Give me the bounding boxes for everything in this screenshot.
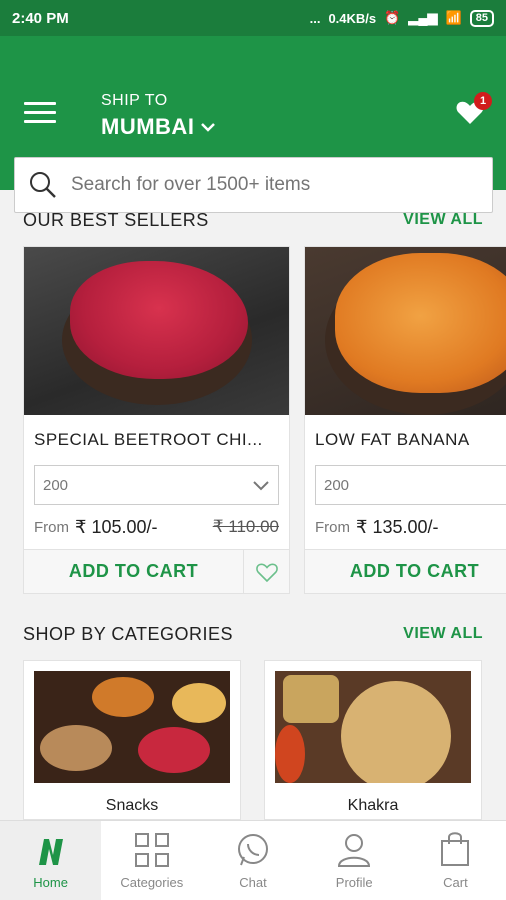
weight-select[interactable]: 200 [315,465,506,505]
alarm-icon: ⏰ [384,10,401,25]
home-logo-icon [38,839,63,865]
status-dots: ... [309,10,321,26]
nav-profile[interactable]: Profile [304,821,405,900]
nav-categories-label: Categories [120,875,184,890]
weight-value: 200 [43,476,69,494]
weight-value: 200 [324,476,350,494]
nav-cart-label: Cart [443,875,468,890]
categories-header: SHOP BY CATEGORIES VIEW ALL [0,622,506,646]
weight-select[interactable]: 200 [34,465,279,505]
product-name[interactable]: SPECIAL BEETROOT CHI... [24,415,289,465]
price-from-label: From [315,518,350,536]
app-header: SHIP TO MUMBAI 1 [0,36,506,213]
product-card[interactable]: LOW FAT BANANA 200 From ₹ 135.00/- ADD T… [304,246,506,594]
add-to-cart-button[interactable]: ADD TO CART [24,550,243,593]
nav-categories[interactable]: Categories [101,821,202,900]
grid-icon [134,833,169,867]
heart-outline-icon [255,563,278,582]
search-bar[interactable] [14,157,493,213]
nav-chat[interactable]: Chat [202,821,303,900]
current-price: ₹ 135.00/- [356,516,439,537]
current-price: ₹ 105.00/- [75,516,158,537]
status-time: 2:40 PM [12,9,69,27]
ship-to-selector[interactable]: SHIP TO MUMBAI [101,92,216,140]
price-from-label: From [34,518,69,536]
ship-to-label: SHIP TO [101,92,168,109]
categories-title: SHOP BY CATEGORIES [23,623,234,644]
nav-home[interactable]: Home [0,821,102,900]
status-bar: 2:40 PM ... 0.4KB/s ⏰ ▂▄▆ 📶 85 [0,0,506,36]
nav-cart[interactable]: Cart [405,821,506,900]
add-to-wishlist-button[interactable] [243,550,289,593]
categories-view-all[interactable]: VIEW ALL [403,625,483,643]
price-row: From ₹ 105.00/- ₹ 110.00 [24,505,289,549]
categories-list: Snacks Khakra [0,660,506,820]
network-speed: 0.4KB/s [328,10,377,26]
battery-indicator: 85 [469,9,494,27]
price-row: From ₹ 135.00/- [305,505,506,549]
bottom-navigation: Home Categories Chat Profile Cart [0,820,506,900]
city-name: MUMBAI [101,114,195,139]
category-image-khakra [275,671,471,783]
product-image-beetroot-chips[interactable] [24,247,289,415]
shopping-bag-icon [441,832,470,866]
nav-chat-label: Chat [239,875,267,890]
category-image-snacks [34,671,230,783]
best-sellers-view-all[interactable]: VIEW ALL [403,211,483,229]
nav-home-label: Home [33,875,68,890]
category-name: Snacks [105,797,159,814]
wishlist-count-badge: 1 [474,92,492,110]
user-icon [338,834,371,867]
best-sellers-list: SPECIAL BEETROOT CHI... 200 From ₹ 105.0… [0,246,506,594]
chevron-down-icon [253,481,269,491]
original-price: ₹ 110.00 [212,517,279,536]
category-name: Khakra [347,797,399,814]
search-icon [30,172,56,198]
category-card-snacks[interactable]: Snacks [23,660,241,820]
product-card[interactable]: SPECIAL BEETROOT CHI... 200 From ₹ 105.0… [23,246,290,594]
search-input[interactable] [71,174,451,196]
product-name[interactable]: LOW FAT BANANA [305,415,506,465]
chevron-down-icon [201,123,216,132]
wifi-icon: 📶 [445,10,462,25]
product-image-banana-chips[interactable] [305,247,506,415]
add-to-cart-button[interactable]: ADD TO CART [305,550,506,593]
menu-icon[interactable] [24,102,56,129]
category-card-khakra[interactable]: Khakra [264,660,482,820]
signal-icon: ▂▄▆ [408,10,438,25]
nav-profile-label: Profile [335,875,373,890]
whatsapp-icon [238,834,268,866]
